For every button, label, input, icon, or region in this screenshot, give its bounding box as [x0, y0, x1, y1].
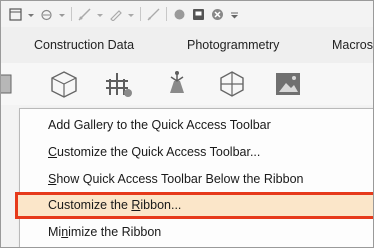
quick-access-toolbar: [1, 1, 373, 27]
circle-icon[interactable]: [173, 8, 186, 21]
dropdown-arrow-icon[interactable]: [128, 8, 134, 21]
context-menu: Add Gallery to the Quick Access Toolbar …: [15, 108, 373, 247]
plant-icon[interactable]: [104, 69, 134, 99]
picture-icon[interactable]: [273, 69, 303, 99]
menu-item-label: imize the Ribbon: [68, 225, 162, 239]
undo-icon[interactable]: [40, 8, 53, 21]
menu-item-label: ibbon...: [140, 198, 182, 212]
box-icon[interactable]: [49, 69, 79, 99]
save-icon[interactable]: [192, 8, 205, 21]
app-menu-icon[interactable]: [9, 7, 22, 21]
menu-item-customize-ribbon[interactable]: Customize the Ribbon...: [15, 192, 373, 219]
menu-item-label: ustomize the Quick Access Toolbar...: [57, 145, 261, 159]
tab-construction-data[interactable]: Construction Data: [34, 38, 134, 52]
menu-item-show-qat-below[interactable]: Show Quick Access Toolbar Below the Ribb…: [20, 168, 373, 190]
hex-icon[interactable]: [217, 69, 247, 99]
menu-item-minimize-ribbon[interactable]: Minimize the Ribbon: [20, 221, 373, 243]
dropdown-arrow-icon[interactable]: [28, 8, 34, 21]
close-icon[interactable]: [211, 8, 224, 21]
draw-icon[interactable]: [147, 8, 160, 21]
ribbon-panel: [1, 63, 373, 105]
partial-shape-icon[interactable]: [1, 69, 19, 99]
tab-macros[interactable]: Macros: [332, 38, 373, 52]
menu-item-add-gallery[interactable]: Add Gallery to the Quick Access Toolbar: [20, 114, 373, 136]
mnemonic-key: C: [48, 145, 58, 159]
menu-item-label: Add Gallery to the Quick Access Toolbar: [48, 118, 271, 132]
pen-icon[interactable]: [109, 8, 122, 22]
scan-icon[interactable]: [162, 69, 192, 99]
dropdown-arrow-icon[interactable]: [97, 8, 103, 21]
menu-item-customize-qat[interactable]: Customize the Quick Access Toolbar...: [20, 141, 373, 163]
menu-item-label: Mi: [48, 225, 62, 239]
menu-item-label: Customize the: [48, 198, 132, 212]
qat-overflow-icon[interactable]: [230, 8, 239, 21]
separator: [71, 7, 72, 21]
ribbon-tabs: Construction Data Photogrammetry Macros: [1, 27, 373, 64]
app-window: Construction Data Photogrammetry Macros …: [0, 0, 374, 248]
separator: [140, 7, 141, 21]
dropdown-arrow-icon[interactable]: [59, 8, 65, 21]
menu-item-label: how Quick Access Toolbar Below the Ribbo…: [56, 172, 304, 186]
separator: [166, 7, 167, 21]
measure-icon[interactable]: [78, 7, 91, 21]
tab-photogrammetry[interactable]: Photogrammetry: [187, 38, 279, 52]
